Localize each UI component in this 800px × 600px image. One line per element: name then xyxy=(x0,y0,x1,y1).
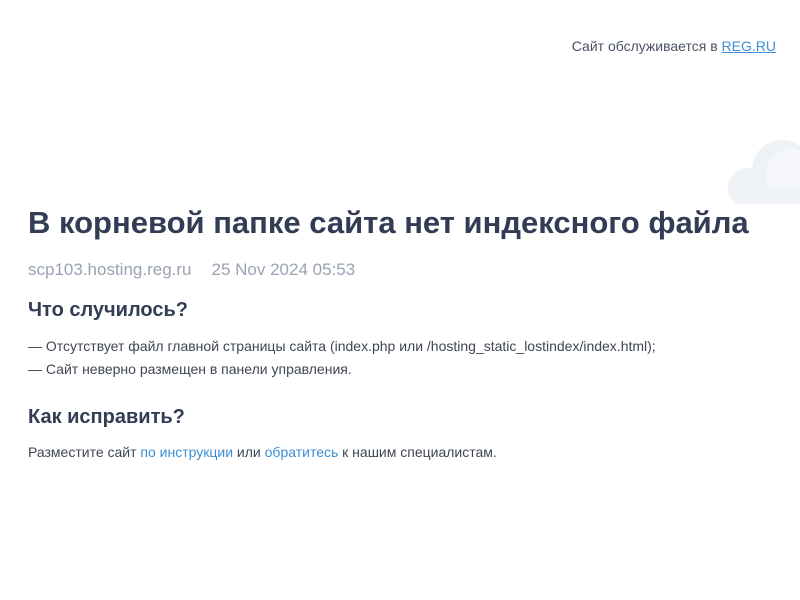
server-host: scp103.hosting.reg.ru xyxy=(28,260,192,279)
reason-item: — Отсутствует файл главной страницы сайт… xyxy=(28,338,656,354)
contact-support-link[interactable]: обратитесь xyxy=(265,444,339,460)
page-title: В корневой папке сайта нет индексного фа… xyxy=(28,205,749,240)
how-to-fix-heading: Как исправить? xyxy=(28,406,185,428)
reasons-list: — Отсутствует файл главной страницы сайт… xyxy=(28,335,788,381)
instructions-link[interactable]: по инструкции xyxy=(140,444,233,460)
fix-text-after: к нашим специалистам. xyxy=(338,444,497,460)
error-page: Сайт обслуживается в REG.RU В корневой п… xyxy=(0,0,800,600)
fix-text-middle: или xyxy=(233,444,265,460)
reason-item: — Сайт неверно размещен в панели управле… xyxy=(28,361,352,377)
fix-instructions: Разместите сайт по инструкции или обрати… xyxy=(28,442,788,462)
main-content: В корневой папке сайта нет индексного фа… xyxy=(28,203,788,462)
hosting-info: Сайт обслуживается в REG.RU xyxy=(572,38,776,54)
cloud-icon xyxy=(728,140,800,204)
error-datetime: 25 Nov 2024 05:53 xyxy=(211,260,356,279)
served-by-text: Сайт обслуживается в xyxy=(571,38,722,54)
server-meta: scp103.hosting.reg.ru 25 Nov 2024 05:53 xyxy=(28,260,788,280)
fix-text-before: Разместите сайт xyxy=(28,444,141,460)
reg-ru-link[interactable]: REG.RU xyxy=(722,38,776,54)
what-happened-heading: Что случилось? xyxy=(28,299,188,321)
